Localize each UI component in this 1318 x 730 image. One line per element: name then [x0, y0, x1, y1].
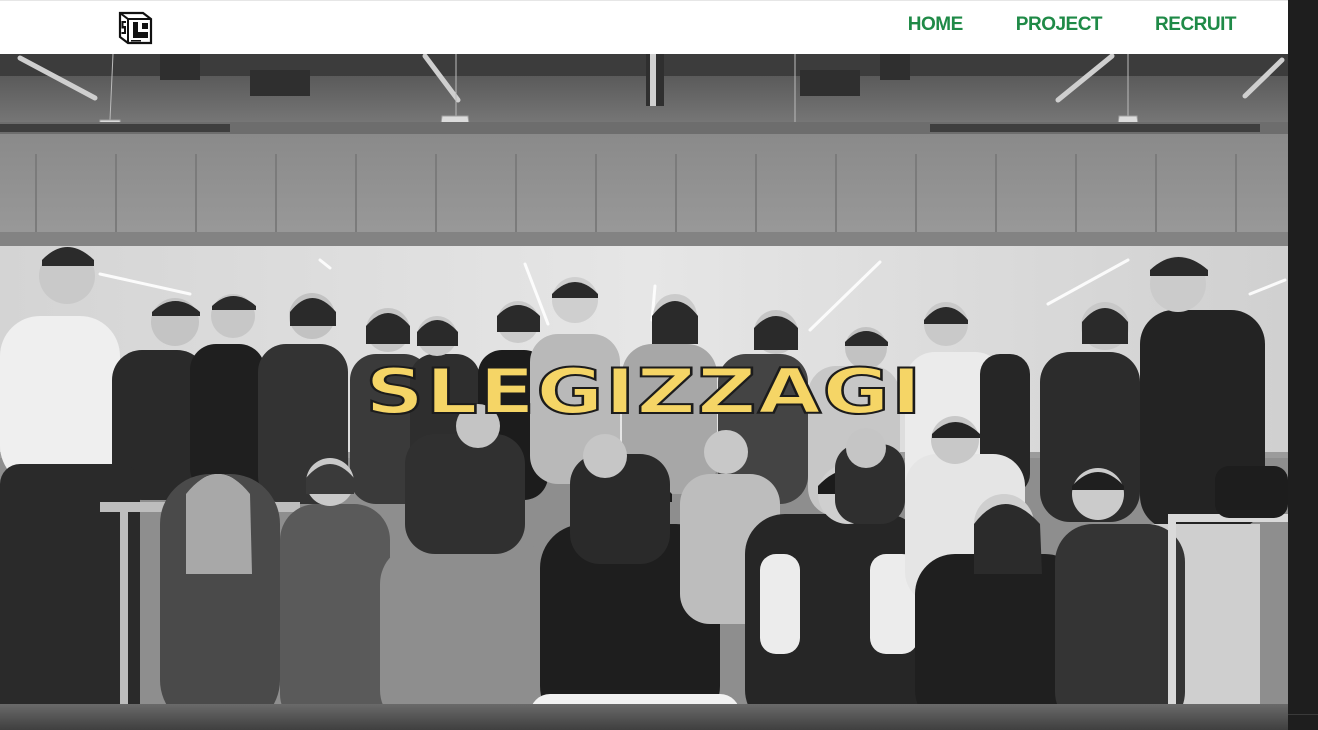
nav-project-link[interactable]: PROJECT [1016, 13, 1103, 37]
hero-title: SLEGIZZAGI [364, 355, 923, 428]
nav-home-link[interactable]: HOME [908, 13, 964, 37]
main-nav: HOME PROJECT RECRUIT [908, 13, 1237, 37]
gutter-divider [1288, 714, 1318, 715]
scrollbar-gutter [1288, 0, 1318, 730]
top-navigation-bar: HOME PROJECT RECRUIT [0, 0, 1288, 54]
hero-section: SLEGIZZAGI [0, 54, 1288, 730]
nav-recruit-link[interactable]: RECRUIT [1155, 13, 1236, 37]
page: HOME PROJECT RECRUIT SLEGIZZAGI [0, 0, 1288, 730]
logo-icon[interactable] [117, 10, 155, 46]
